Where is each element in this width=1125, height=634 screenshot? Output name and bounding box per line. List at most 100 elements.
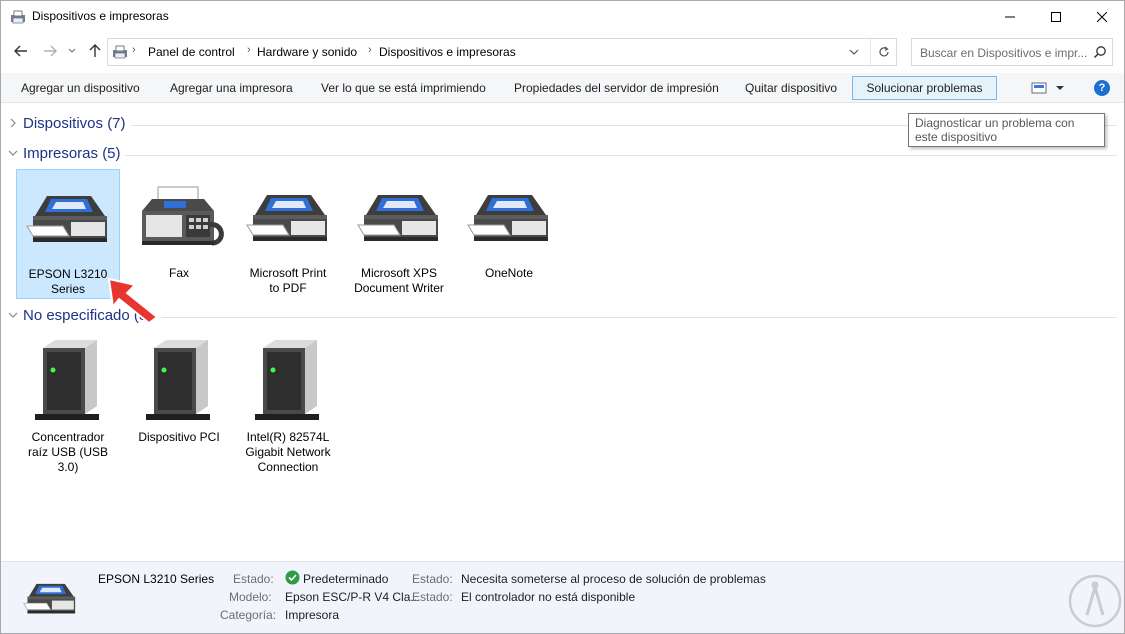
group-header-no-especificado[interactable]: No especificado (3) xyxy=(1,306,1119,328)
maximize-button[interactable] xyxy=(1033,1,1079,32)
search-icon xyxy=(1093,46,1106,59)
troubleshoot-tooltip: Diagnosticar un problema con este dispos… xyxy=(908,113,1105,147)
device-label-line: raíz USB (USB 3.0) xyxy=(27,445,108,474)
details-estado2-value: Necesita someterse al proceso de solució… xyxy=(461,572,766,586)
printer-icon xyxy=(23,188,113,248)
device-item-pci[interactable]: Dispositivo PCI xyxy=(127,332,231,472)
printer-icon xyxy=(464,187,554,247)
print-server-properties-button[interactable]: Propiedades del servidor de impresión xyxy=(506,76,727,100)
window-title: Dispositivos e impresoras xyxy=(32,9,169,23)
details-estado-value: Predeterminado xyxy=(303,572,389,586)
refresh-button[interactable] xyxy=(870,39,896,65)
control-panel-icon xyxy=(113,45,127,59)
details-categoria-value: Impresora xyxy=(285,608,340,622)
device-label-line: to PDF xyxy=(269,281,307,295)
device-item-microsoft-xps[interactable]: Microsoft XPS Document Writer xyxy=(347,169,451,299)
device-item-microsoft-print-to-pdf[interactable]: Microsoft Print to PDF xyxy=(236,169,340,299)
maximize-icon xyxy=(1051,11,1061,22)
fax-icon xyxy=(134,185,224,249)
details-categoria-label: Categoría: xyxy=(220,608,277,622)
device-label-line: Concentrador xyxy=(31,430,105,444)
device-label-line: Microsoft Print xyxy=(249,266,327,280)
up-button[interactable] xyxy=(86,42,104,60)
search-placeholder: Buscar en Dispositivos e impr... xyxy=(920,46,1088,60)
device-label: Microsoft Print to PDF xyxy=(236,266,340,296)
remove-device-button[interactable]: Quitar dispositivo xyxy=(737,76,845,100)
group-header-impresoras[interactable]: Impresoras (5) xyxy=(1,144,1119,166)
refresh-icon xyxy=(878,46,889,57)
troubleshoot-button[interactable]: Solucionar problemas xyxy=(852,76,997,100)
chevron-down-icon xyxy=(68,48,76,53)
close-button[interactable] xyxy=(1079,1,1125,32)
navigation-bar: › Panel de control › Hardware y sonido ›… xyxy=(1,32,1124,72)
check-circle-icon xyxy=(285,570,300,585)
device-label: EPSON L3210 Series xyxy=(17,267,119,297)
group-divider xyxy=(161,317,1117,318)
chevron-right-icon xyxy=(10,118,16,128)
device-label: Microsoft XPS Document Writer xyxy=(347,266,451,296)
server-tower-icon xyxy=(33,338,103,422)
view-options-icon xyxy=(1031,82,1064,94)
details-estado-label: Estado: xyxy=(233,572,274,586)
breadcrumb-separator-icon: › xyxy=(132,44,136,56)
device-label-line: Document Writer xyxy=(354,281,444,295)
device-label-line: Connection xyxy=(257,460,319,474)
help-button[interactable]: ? xyxy=(1094,80,1110,96)
address-bar[interactable]: › Panel de control › Hardware y sonido ›… xyxy=(107,38,897,66)
printer-icon xyxy=(21,578,79,618)
device-label-line: Series xyxy=(50,282,85,296)
add-printer-button[interactable]: Agregar una impresora xyxy=(162,76,301,100)
device-label-line: EPSON L3210 xyxy=(28,267,108,281)
printer-icon xyxy=(354,187,444,247)
breadcrumb-dispositivos-e-impresoras[interactable]: Dispositivos e impresoras xyxy=(379,45,516,59)
back-arrow-icon xyxy=(14,45,27,57)
device-label-line: Dispositivo PCI xyxy=(138,430,220,444)
device-label: Concentrador raíz USB (USB 3.0) xyxy=(16,430,120,475)
breadcrumb-separator-icon: › xyxy=(247,44,251,56)
server-tower-icon xyxy=(253,338,323,422)
group-title-dispositivos: Dispositivos (7) xyxy=(23,115,126,132)
devices-printers-icon xyxy=(11,10,25,24)
title-bar: Dispositivos e impresoras xyxy=(1,1,1124,32)
details-modelo-label: Modelo: xyxy=(229,590,272,604)
details-pane: EPSON L3210 Series Estado: Predeterminad… xyxy=(1,561,1124,633)
add-device-button[interactable]: Agregar un dispositivo xyxy=(13,76,148,100)
device-label-line: Intel(R) 82574L xyxy=(246,430,330,444)
group-title-impresoras: Impresoras (5) xyxy=(23,145,121,162)
device-item-intel-network[interactable]: Intel(R) 82574L Gigabit Network Connecti… xyxy=(236,332,340,475)
device-item-onenote[interactable]: OneNote xyxy=(457,169,561,299)
breadcrumb-hardware-y-sonido[interactable]: Hardware y sonido xyxy=(257,45,357,59)
device-label: Intel(R) 82574L Gigabit Network Connecti… xyxy=(236,430,340,475)
devices-content-area: Dispositivos (7) Impresoras (5) EPSON L3… xyxy=(1,104,1124,560)
printer-icon xyxy=(243,187,333,247)
close-icon xyxy=(1097,11,1107,22)
forward-arrow-icon xyxy=(44,45,57,57)
chevron-down-icon xyxy=(849,49,859,55)
watermark-logo xyxy=(1068,574,1122,628)
chevron-down-icon xyxy=(8,150,18,156)
details-estado3-value: El controlador no está disponible xyxy=(461,590,636,604)
forward-button[interactable] xyxy=(41,42,59,60)
breadcrumb-separator-icon: › xyxy=(368,44,372,56)
command-bar: Agregar un dispositivo Agregar una impre… xyxy=(1,73,1124,103)
server-tower-icon xyxy=(144,338,214,422)
chevron-down-icon xyxy=(8,312,18,318)
device-label-line: OneNote xyxy=(484,266,534,280)
device-label-line: Gigabit Network xyxy=(245,445,331,459)
device-label: OneNote xyxy=(457,266,561,281)
minimize-icon xyxy=(1005,16,1015,17)
minimize-button[interactable] xyxy=(987,1,1033,32)
recent-locations-button[interactable] xyxy=(65,42,79,60)
device-item-usb-root-hub[interactable]: Concentrador raíz USB (USB 3.0) xyxy=(16,332,120,475)
change-view-button[interactable] xyxy=(1026,79,1070,97)
details-estado3-label: Estado: xyxy=(412,590,453,604)
back-button[interactable] xyxy=(12,42,30,60)
search-box[interactable]: Buscar en Dispositivos e impr... xyxy=(911,38,1113,66)
annotation-arrow-icon xyxy=(108,278,158,324)
details-modelo-value: Epson ESC/P-R V4 Cla... xyxy=(285,590,421,604)
details-device-name: EPSON L3210 Series xyxy=(98,572,215,586)
device-label: Dispositivo PCI xyxy=(127,430,231,445)
address-history-dropdown[interactable] xyxy=(841,39,867,65)
breadcrumb-panel-de-control[interactable]: Panel de control xyxy=(148,45,235,59)
see-printing-button[interactable]: Ver lo que se está imprimiendo xyxy=(313,76,494,100)
